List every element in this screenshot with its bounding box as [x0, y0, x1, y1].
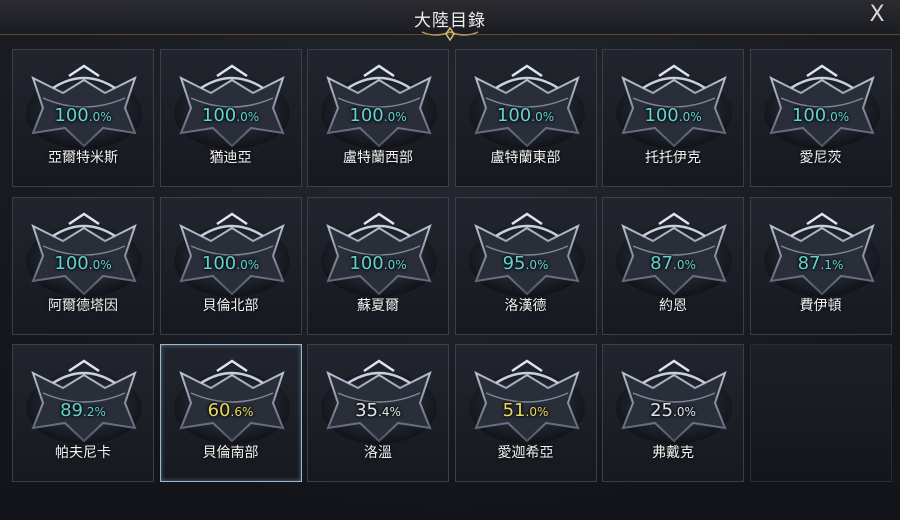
- completion-percent: 89.2%: [13, 400, 153, 421]
- completion-percent: 100.0%: [603, 105, 743, 126]
- percent-integer: 100: [54, 252, 89, 274]
- percent-decimal: .0%: [678, 110, 702, 124]
- continent-name: 貝倫南部: [202, 445, 259, 461]
- continent-name: 約恩: [659, 297, 687, 314]
- completion-percent: 100.0%: [161, 105, 301, 126]
- continent-name: 費伊頓: [799, 297, 842, 314]
- continent-tile[interactable]: 100.0% 盧特蘭西部: [307, 49, 449, 187]
- continent-name: 帕夫尼卡: [55, 445, 111, 461]
- completion-percent: 95.0%: [456, 253, 596, 274]
- continent-tile[interactable]: 95.0% 洛漢德: [454, 196, 597, 335]
- percent-integer: 95: [502, 252, 526, 274]
- continent-tile[interactable]: 25.0% 弗戴克: [602, 344, 744, 482]
- percent-decimal: .0%: [383, 110, 407, 124]
- percent-integer: 100: [644, 105, 679, 126]
- percent-decimal: .1%: [820, 257, 844, 272]
- continent-tile[interactable]: 87.0% 約恩: [602, 196, 744, 335]
- percent-integer: 100: [349, 105, 384, 126]
- percent-decimal: .0%: [525, 405, 549, 419]
- continent-name: 愛尼茨: [799, 150, 842, 166]
- close-button[interactable]: X: [864, 2, 890, 28]
- percent-decimal: .0%: [826, 110, 850, 124]
- percent-integer: 87: [797, 252, 821, 274]
- completion-percent: 100.0%: [751, 105, 891, 126]
- empty-slot: [749, 344, 892, 482]
- continent-tile[interactable]: 89.2% 帕夫尼卡: [12, 344, 154, 482]
- percent-integer: 100: [201, 252, 237, 274]
- percent-integer: 89: [60, 400, 84, 421]
- continent-name: 亞爾特米斯: [48, 150, 118, 166]
- continent-tile[interactable]: 100.0% 托托伊克: [602, 49, 744, 187]
- continent-name: 弗戴克: [652, 445, 694, 461]
- continent-tile[interactable]: 100.0% 猶迪亞: [159, 49, 302, 187]
- continent-tile[interactable]: 100.0% 亞爾特米斯: [12, 49, 154, 187]
- percent-integer: 51: [502, 400, 526, 421]
- continent-name: 盧特蘭東部: [490, 150, 561, 166]
- continent-tile[interactable]: 100.0% 愛尼茨: [749, 49, 892, 187]
- continent-tile[interactable]: 100.0% 阿爾德塔因: [12, 196, 154, 335]
- percent-integer: 100: [791, 105, 827, 126]
- continent-tile[interactable]: 51.0% 愛迦希亞: [454, 344, 597, 482]
- completion-percent: 100.0%: [161, 253, 301, 274]
- percent-decimal: .0%: [531, 110, 555, 124]
- percent-integer: 100: [349, 252, 384, 274]
- completion-percent: 100.0%: [13, 105, 153, 126]
- percent-decimal: .0%: [673, 405, 696, 419]
- percent-decimal: .2%: [83, 405, 106, 419]
- continent-tile[interactable]: 100.0% 蘇夏爾: [307, 196, 449, 335]
- completion-percent: 35.4%: [308, 400, 448, 421]
- continent-tile[interactable]: 100.0% 貝倫北部: [159, 196, 302, 335]
- percent-decimal: .0%: [673, 257, 696, 272]
- continent-tile[interactable]: 60.6% 貝倫南部: [159, 344, 302, 482]
- completion-percent: 100.0%: [308, 105, 448, 126]
- continent-name: 愛迦希亞: [497, 445, 554, 461]
- continent-name: 猶迪亞: [209, 150, 252, 166]
- continent-name: 盧特蘭西部: [343, 150, 413, 166]
- continent-name: 阿爾德塔因: [48, 297, 118, 314]
- title-ornament-icon: [421, 26, 479, 42]
- completion-percent: 60.6%: [161, 400, 301, 421]
- completion-percent: 100.0%: [308, 253, 448, 274]
- percent-integer: 100: [201, 105, 237, 126]
- percent-integer: 87: [650, 252, 674, 274]
- percent-decimal: .0%: [88, 257, 112, 272]
- percent-decimal: .0%: [236, 110, 260, 124]
- percent-decimal: .6%: [230, 405, 254, 419]
- percent-decimal: .0%: [236, 257, 260, 272]
- continent-name: 托托伊克: [645, 150, 701, 166]
- percent-decimal: .4%: [378, 405, 401, 419]
- continent-tile[interactable]: 35.4% 洛溫: [307, 344, 449, 482]
- percent-decimal: .0%: [525, 257, 549, 272]
- completion-percent: 100.0%: [456, 105, 596, 126]
- percent-integer: 25: [650, 400, 674, 421]
- percent-integer: 35: [355, 400, 379, 421]
- percent-decimal: .0%: [88, 110, 112, 124]
- continent-tile[interactable]: 100.0% 盧特蘭東部: [454, 49, 597, 187]
- completion-percent: 51.0%: [456, 400, 596, 421]
- percent-decimal: .0%: [383, 257, 407, 272]
- percent-integer: 100: [496, 105, 532, 126]
- completion-percent: 87.0%: [603, 253, 743, 274]
- title-bar: 大陸目錄 X: [0, 0, 900, 42]
- continent-name: 洛溫: [364, 445, 392, 461]
- continent-name: 蘇夏爾: [357, 297, 399, 314]
- percent-integer: 100: [54, 105, 89, 126]
- continent-tile[interactable]: 87.1% 費伊頓: [749, 196, 892, 335]
- continent-name: 貝倫北部: [202, 297, 259, 314]
- percent-integer: 60: [207, 400, 231, 421]
- continent-name: 洛漢德: [504, 297, 547, 314]
- continent-grid: 100.0% 亞爾特米斯 100.0% 猶迪亞 100.0% 盧特蘭西部 100…: [12, 49, 892, 489]
- completion-percent: 100.0%: [13, 253, 153, 274]
- completion-percent: 25.0%: [603, 400, 743, 421]
- completion-percent: 87.1%: [751, 253, 891, 274]
